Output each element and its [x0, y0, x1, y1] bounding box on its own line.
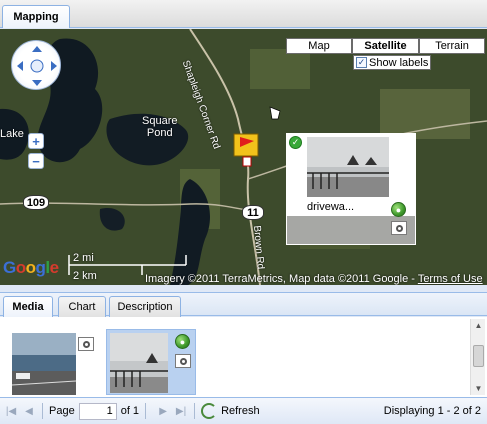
zoom-in-button[interactable]: +	[28, 133, 44, 149]
scroll-thumb[interactable]	[473, 345, 484, 367]
last-page-icon[interactable]: ▶|	[174, 404, 188, 418]
map-view[interactable]: Map Satellite Terrain ✓ Show labels + − …	[0, 29, 487, 285]
page-number-input[interactable]: 1	[78, 402, 117, 420]
prev-page-icon[interactable]: ◀	[22, 404, 36, 418]
page-label: Page	[49, 405, 75, 417]
show-labels-checkbox[interactable]: ✓	[356, 57, 367, 68]
tab-chart[interactable]: Chart	[58, 296, 106, 317]
display-info: Displaying 1 - 2 of 2	[383, 405, 481, 417]
square-pond-label: Square Pond	[142, 115, 178, 139]
tab-mapping[interactable]: Mapping	[2, 5, 70, 28]
camera-icon[interactable]	[391, 221, 407, 235]
map-type-terrain-button[interactable]: Terrain	[419, 38, 485, 54]
map-attribution: Imagery ©2011 TerraMetrics, Map data ©20…	[145, 273, 483, 285]
media-panel: ● ▲ ▼	[0, 317, 487, 397]
map-type-satellite-button[interactable]: Satellite	[352, 38, 419, 54]
show-labels-toggle[interactable]: ✓ Show labels	[353, 55, 431, 70]
page-count-label: of 1	[120, 405, 140, 417]
popup-content: ✓ drivewa... ●	[287, 134, 416, 217]
tab-media[interactable]: Media	[3, 296, 53, 317]
zoom-out-button[interactable]: −	[28, 153, 44, 169]
tab-description[interactable]: Description	[109, 296, 181, 317]
scroll-down-icon[interactable]: ▼	[473, 383, 484, 393]
media-scrollbar[interactable]: ▲ ▼	[470, 319, 485, 395]
lake-photo-thumbnail	[12, 333, 76, 395]
route-11-shield: 11	[242, 205, 264, 220]
attribution-text: Imagery ©2011 TerraMetrics, Map data ©20…	[145, 273, 418, 285]
separator	[194, 403, 196, 419]
bottom-tab-strip: Media Chart Description	[0, 292, 487, 317]
scale-miles: 2 mi	[73, 252, 94, 264]
scroll-up-icon[interactable]: ▲	[473, 320, 484, 330]
popup-caption: drivewa...	[307, 201, 355, 213]
media-item[interactable]	[8, 329, 98, 395]
show-labels-label: Show labels	[369, 56, 429, 69]
lake-label: Lake	[0, 128, 24, 140]
separator	[42, 403, 43, 419]
terms-of-use-link[interactable]: Terms of Use	[418, 273, 483, 285]
pan-control[interactable]	[11, 40, 61, 90]
refresh-button[interactable]: Refresh	[221, 405, 260, 417]
first-page-icon[interactable]: |◀	[4, 404, 18, 418]
driveway-photo-thumbnail	[110, 333, 168, 393]
check-icon: ✓	[289, 136, 302, 149]
globe-icon[interactable]: ●	[391, 202, 406, 217]
next-page-icon[interactable]: ▶	[156, 404, 170, 418]
camera-icon[interactable]	[78, 337, 94, 351]
google-logo[interactable]: Google	[3, 258, 59, 278]
paging-toolbar: |◀ ◀ Page 1 of 1 ▶ ▶| Refresh Displaying…	[0, 397, 487, 424]
globe-icon[interactable]: ●	[175, 334, 190, 349]
driveway-thumbnail[interactable]	[307, 137, 389, 197]
top-tab-strip: Mapping	[0, 0, 487, 28]
separator	[145, 403, 147, 419]
route-109-shield: 109	[23, 195, 49, 210]
media-popup[interactable]: ✓ drivewa... ●	[286, 133, 416, 245]
map-type-map-button[interactable]: Map	[286, 38, 352, 54]
camera-icon[interactable]	[175, 354, 191, 368]
scale-km: 2 km	[73, 270, 97, 282]
pan-arrows-icon	[17, 46, 57, 86]
media-item-selected[interactable]: ●	[106, 329, 196, 395]
refresh-icon[interactable]	[201, 403, 218, 419]
